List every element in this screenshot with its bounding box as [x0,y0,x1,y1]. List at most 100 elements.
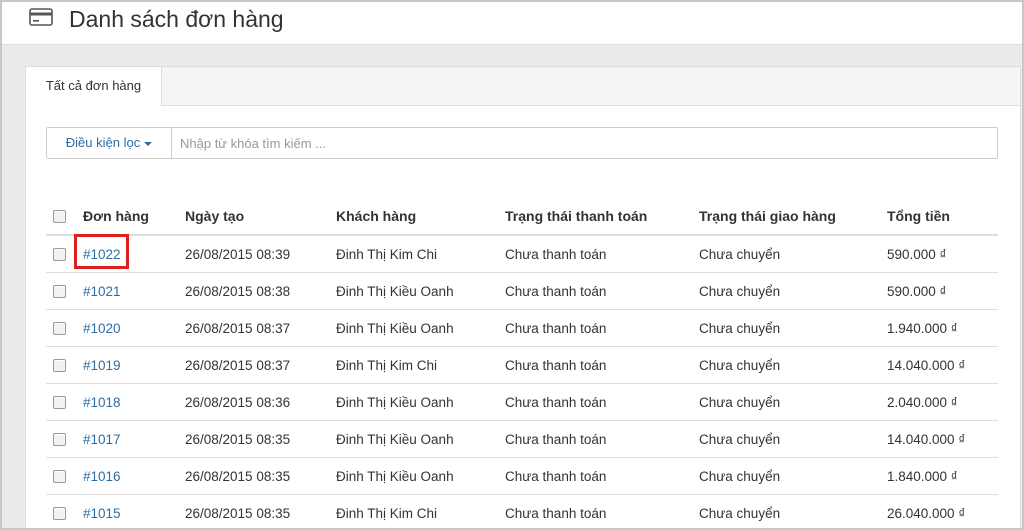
order-cell: #1021 [83,272,185,310]
date-cell: 26/08/2015 08:37 [185,309,336,347]
order-cell: #1018 [83,383,185,421]
filter-conditions-button[interactable]: Điều kiện lọc [47,128,172,158]
tab-bar: Tất cả đơn hàng [26,67,1020,106]
customer-cell: Đinh Thị Kiều Oanh [336,457,505,495]
table-row: #1021 26/08/2015 08:38 Đinh Thị Kiều Oan… [46,272,998,310]
total-cell: 590.000 ₫ [887,272,998,310]
payment-status-cell: Chưa thanh toán [505,235,699,273]
column-header-shipping-status[interactable]: Trạng thái giao hàng [699,197,887,236]
column-header-total[interactable]: Tổng tiền [887,197,998,236]
table-row: #1022 26/08/2015 08:39 Đinh Thị Kim Chi … [46,235,998,273]
row-select-cell [46,383,83,421]
total-cell: 2.040.000 ₫ [887,383,998,421]
shipping-status-cell: Chưa chuyển [699,383,887,421]
column-header-order[interactable]: Đơn hàng [83,197,185,236]
payment-status-cell: Chưa thanh toán [505,420,699,458]
table-row: #1020 26/08/2015 08:37 Đinh Thị Kiều Oan… [46,309,998,347]
shipping-status-cell: Chưa chuyển [699,494,887,528]
filter-bar: Điều kiện lọc [46,127,998,159]
search-input[interactable] [172,128,992,158]
payment-status-cell: Chưa thanh toán [505,494,699,528]
order-link[interactable]: #1015 [83,506,121,521]
row-checkbox[interactable] [53,322,66,336]
row-select-cell [46,272,83,310]
payment-status-cell: Chưa thanh toán [505,383,699,421]
date-cell: 26/08/2015 08:35 [185,494,336,528]
shipping-status-cell: Chưa chuyển [699,420,887,458]
row-checkbox[interactable] [53,248,66,262]
date-cell: 26/08/2015 08:35 [185,420,336,458]
customer-cell: Đinh Thị Kim Chi [336,346,505,384]
payment-status-cell: Chưa thanh toán [505,272,699,310]
payment-status-cell: Chưa thanh toán [505,346,699,384]
row-checkbox[interactable] [53,359,66,373]
filter-conditions-label: Điều kiện lọc [65,135,141,150]
select-all-cell [46,197,83,236]
table-row: #1019 26/08/2015 08:37 Đinh Thị Kim Chi … [46,346,998,384]
date-cell: 26/08/2015 08:37 [185,346,336,384]
orders-table: Đơn hàng Ngày tạo Khách hàng Trạng thái … [46,197,998,528]
row-checkbox[interactable] [53,507,66,521]
row-checkbox[interactable] [53,470,66,484]
shipping-status-cell: Chưa chuyển [699,272,887,310]
date-cell: 26/08/2015 08:39 [185,235,336,273]
caret-down-icon [144,141,153,146]
total-cell: 14.040.000 ₫ [887,346,998,384]
row-select-cell [46,309,83,347]
order-cell: #1016 [83,457,185,495]
date-cell: 26/08/2015 08:38 [185,272,336,310]
table-row: #1018 26/08/2015 08:36 Đinh Thị Kiều Oan… [46,383,998,421]
shipping-status-cell: Chưa chuyển [699,457,887,495]
total-cell: 26.040.000 ₫ [887,494,998,528]
order-cell: #1020 [83,309,185,347]
payment-status-cell: Chưa thanh toán [505,309,699,347]
row-select-cell [46,346,83,384]
customer-cell: Đinh Thị Kiều Oanh [336,272,505,310]
date-cell: 26/08/2015 08:36 [185,383,336,421]
app-frame: Danh sách đơn hàng Tất cả đơn hàng Điều … [0,0,1024,530]
order-link[interactable]: #1017 [83,432,121,447]
table-row: #1017 26/08/2015 08:35 Đinh Thị Kiều Oan… [46,420,998,458]
order-cell: #1017 [83,420,185,458]
total-cell: 14.040.000 ₫ [887,420,998,458]
select-all-checkbox[interactable] [53,210,66,224]
row-select-cell [46,494,83,528]
tab-all-orders[interactable]: Tất cả đơn hàng [26,67,162,106]
column-header-customer[interactable]: Khách hàng [336,197,505,236]
customer-cell: Đinh Thị Kim Chi [336,235,505,273]
shipping-status-cell: Chưa chuyển [699,346,887,384]
table-row: #1016 26/08/2015 08:35 Đinh Thị Kiều Oan… [46,457,998,495]
shipping-status-cell: Chưa chuyển [699,235,887,273]
column-header-payment-status[interactable]: Trạng thái thanh toán [505,197,699,236]
order-cell: #1022 [83,235,185,273]
customer-cell: Đinh Thị Kiều Oanh [336,309,505,347]
customer-cell: Đinh Thị Kim Chi [336,494,505,528]
order-link[interactable]: #1019 [83,358,121,373]
date-cell: 26/08/2015 08:35 [185,457,336,495]
column-header-date[interactable]: Ngày tạo [185,197,336,236]
total-cell: 590.000 ₫ [887,235,998,273]
row-checkbox[interactable] [53,396,66,410]
payment-status-cell: Chưa thanh toán [505,457,699,495]
order-link[interactable]: #1021 [83,284,121,299]
shipping-status-cell: Chưa chuyển [699,309,887,347]
total-cell: 1.940.000 ₫ [887,309,998,347]
order-link[interactable]: #1022 [83,247,121,262]
row-select-cell [46,420,83,458]
order-link[interactable]: #1016 [83,469,121,484]
customer-cell: Đinh Thị Kiều Oanh [336,420,505,458]
order-link[interactable]: #1020 [83,321,121,336]
row-checkbox[interactable] [53,285,66,299]
page-title: Danh sách đơn hàng [69,6,284,32]
page-header: Danh sách đơn hàng [2,2,1022,45]
row-checkbox[interactable] [53,433,66,447]
orders-card: Tất cả đơn hàng Điều kiện lọc Đơn hàng N… [25,66,1021,528]
table-row: #1015 26/08/2015 08:35 Đinh Thị Kim Chi … [46,494,998,528]
total-cell: 1.840.000 ₫ [887,457,998,495]
order-link[interactable]: #1018 [83,395,121,410]
credit-card-icon [29,8,53,26]
order-cell: #1019 [83,346,185,384]
customer-cell: Đinh Thị Kiều Oanh [336,383,505,421]
row-select-cell [46,235,83,273]
order-cell: #1015 [83,494,185,528]
